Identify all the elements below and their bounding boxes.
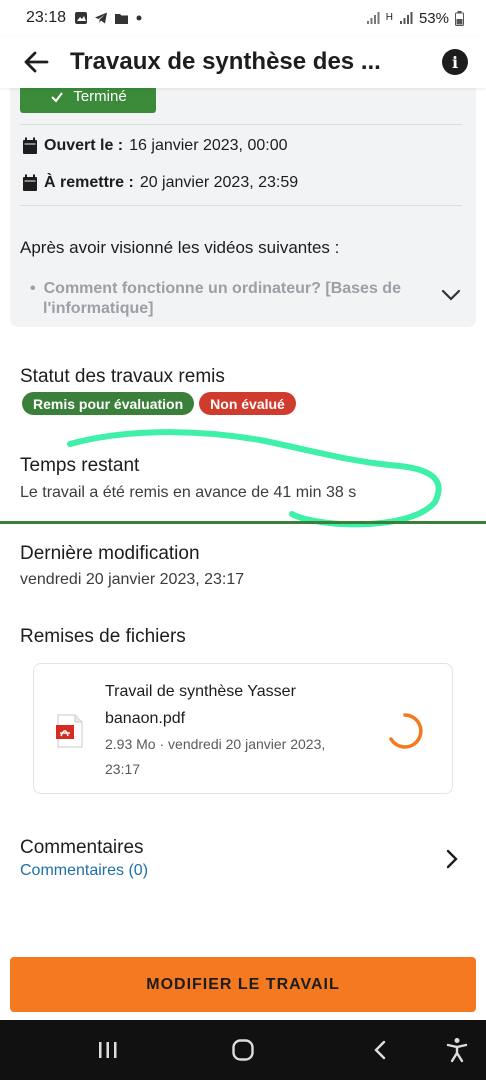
loading-spinner-icon — [389, 713, 423, 749]
file-meta: 2.93 Mo · vendredi 20 janvier 2023, 23:1… — [105, 736, 326, 777]
chevron-down-icon[interactable] — [440, 288, 462, 302]
signal-icon-2 — [399, 12, 413, 24]
notification-icons — [74, 11, 143, 25]
pdf-icon — [56, 714, 83, 748]
home-button[interactable] — [223, 1030, 263, 1070]
accessibility-button[interactable] — [437, 1030, 477, 1070]
bullet-line-2: l'informatique] — [43, 300, 154, 317]
system-nav-bar — [0, 1020, 486, 1080]
arrow-left-icon — [24, 51, 49, 73]
app-bar: Travaux de synthèse des ... i — [0, 36, 486, 88]
network-type: H — [385, 12, 393, 23]
modify-assignment-button[interactable]: MODIFIER LE TRAVAIL — [10, 957, 476, 1012]
calendar-icon — [23, 137, 37, 154]
gallery-icon — [75, 12, 88, 24]
description-intro: Après avoir visionné les vidéos suivante… — [20, 238, 340, 257]
battery-level: 53% — [418, 9, 449, 27]
opened-value: 16 janvier 2023, 00:00 — [129, 137, 288, 154]
last-modified-value: vendredi 20 janvier 2023, 23:17 — [20, 571, 245, 588]
divider-line — [0, 521, 486, 524]
file-submissions-title: Remises de fichiers — [20, 626, 186, 647]
comments-title: Commentaires — [20, 837, 144, 858]
assignment-info-card: Terminé Ouvert le : 16 janvier 2023, 00:… — [10, 80, 476, 327]
chevron-right-icon[interactable] — [444, 848, 460, 870]
signal-icon — [366, 12, 380, 24]
battery-icon — [455, 10, 464, 26]
file-card[interactable]: Travail de synthèse Yasser banaon.pdf 2.… — [33, 663, 453, 794]
due-date-row: À remettre : 20 janvier 2023, 23:59 — [22, 174, 298, 192]
dot-icon — [136, 15, 142, 21]
back-nav-button[interactable] — [360, 1030, 400, 1070]
status-bar: 23:18 H 53% — [0, 0, 486, 36]
submission-status-title: Statut des travaux remis — [20, 366, 225, 387]
opened-date-row: Ouvert le : 16 janvier 2023, 00:00 — [22, 137, 287, 155]
due-label: À remettre : — [44, 174, 134, 191]
home-icon — [232, 1039, 254, 1061]
check-icon — [51, 91, 64, 103]
divider — [20, 205, 462, 206]
page-title: Travaux de synthèse des ... — [70, 48, 381, 75]
status-left: 23:18 — [26, 9, 143, 27]
calendar-icon — [23, 174, 37, 191]
accessibility-icon — [446, 1038, 468, 1063]
description-bullet: • Comment fonctionne un ordinateur? [Base… — [30, 279, 430, 319]
termine-label: Terminé — [73, 88, 127, 105]
file-name: Travail de synthèse Yasser banaon.pdf — [105, 683, 296, 727]
clock: 23:18 — [26, 9, 67, 26]
status-badge: Remis pour évaluation — [22, 392, 195, 415]
info-button[interactable]: i — [442, 49, 468, 75]
status-badges: Remis pour évaluation Non évalué — [22, 392, 296, 415]
back-button[interactable] — [16, 42, 56, 82]
recent-apps-icon — [99, 1042, 117, 1058]
opened-label: Ouvert le : — [44, 137, 124, 154]
divider — [20, 124, 462, 125]
telegram-icon — [95, 12, 108, 24]
comments-link[interactable]: Commentaires (0) — [20, 862, 148, 880]
recent-apps-button[interactable] — [88, 1030, 128, 1070]
folder-icon — [115, 13, 129, 24]
chevron-left-icon — [374, 1040, 386, 1060]
due-value: 20 janvier 2023, 23:59 — [139, 174, 299, 191]
status-right: H 53% — [366, 10, 464, 27]
bullet-line-1: Comment fonctionne un ordinateur? [Bases… — [43, 280, 401, 297]
status-badge: Non évalué — [199, 392, 296, 415]
bullet-dot: • — [30, 280, 36, 297]
last-modified-title: Dernière modification — [20, 543, 200, 564]
info-icon: i — [451, 52, 459, 72]
